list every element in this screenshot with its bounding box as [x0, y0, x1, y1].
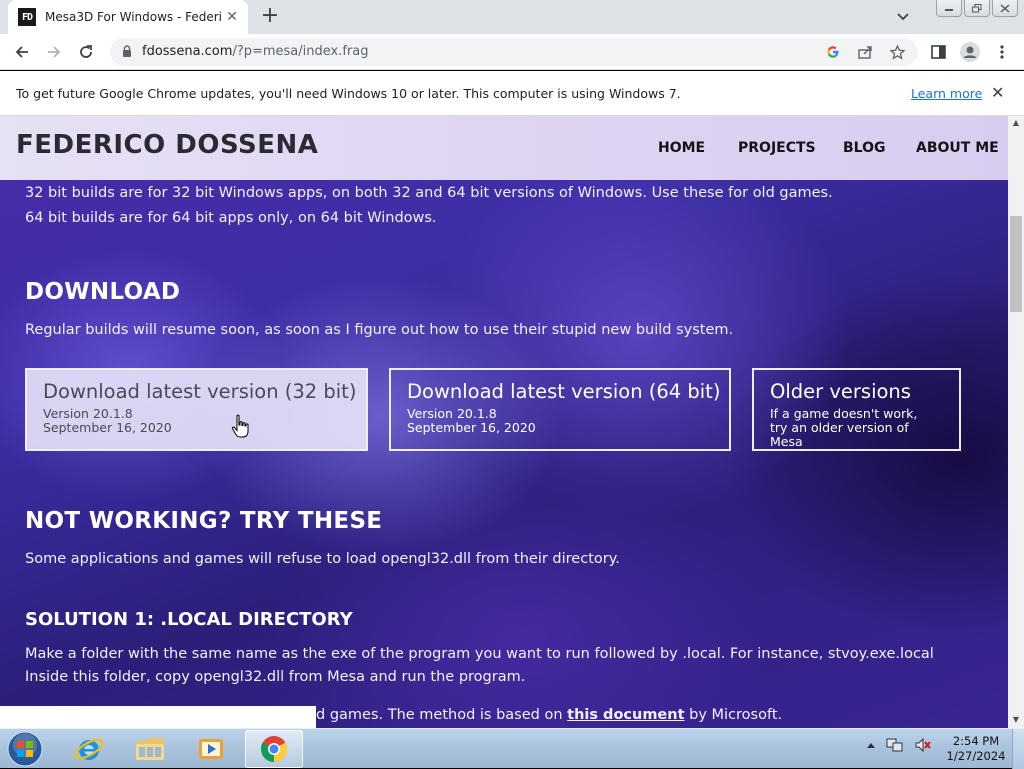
- minimize-button[interactable]: [936, 0, 962, 17]
- taskbar-file-explorer[interactable]: [121, 730, 179, 768]
- new-tab-button[interactable]: +: [258, 5, 282, 29]
- windows-taskbar: 2:54 PM 1/27/2024: [0, 728, 1024, 769]
- site-title[interactable]: FEDERICO DOSSENA: [16, 130, 318, 160]
- internet-explorer-icon: [74, 738, 104, 760]
- reload-icon: [80, 45, 92, 58]
- site-header: FEDERICO DOSSENA HOME PROJECTS BLOG ABOU…: [0, 116, 1008, 180]
- restore-button[interactable]: [964, 0, 990, 17]
- arrow-right-icon: [48, 46, 61, 58]
- intro-line-1: 32 bit builds are for 32 bit Windows app…: [25, 185, 833, 201]
- solution1-heading: SOLUTION 1: .LOCAL DIRECTORY: [25, 609, 353, 630]
- intro-line-2: 64 bit builds are for 64 bit apps only, …: [25, 210, 437, 226]
- chrome-icon: [260, 736, 288, 763]
- update-infobar: To get future Google Chrome updates, you…: [0, 71, 1024, 116]
- not-working-heading: NOT WORKING? TRY THESE: [25, 508, 383, 534]
- button-title: Download latest version (32 bit): [43, 380, 357, 403]
- scroll-thumb[interactable]: [1010, 216, 1022, 312]
- button-version: Version 20.1.8: [43, 406, 133, 421]
- tab-close-icon[interactable]: ✕: [224, 9, 240, 25]
- folder-icon: [136, 738, 164, 760]
- browser-tab[interactable]: FD Mesa3D For Windows - Federico ✕: [8, 0, 248, 34]
- forward-button[interactable]: [42, 40, 66, 64]
- network-icon[interactable]: [886, 737, 904, 753]
- scroll-down-icon[interactable]: ▼: [1008, 713, 1024, 727]
- side-panel-icon[interactable]: [928, 42, 948, 62]
- bookmark-star-icon[interactable]: [888, 43, 906, 61]
- window-controls: [936, 0, 1018, 17]
- button-version: Version 20.1.8: [407, 406, 497, 421]
- url-text: fdossena.com/?p=mesa/index.frag: [142, 44, 369, 59]
- learn-more-link[interactable]: Learn more: [911, 86, 982, 101]
- tab-search-button[interactable]: [896, 9, 914, 25]
- hand-cursor-icon: [231, 414, 249, 438]
- minimize-icon: [945, 9, 953, 11]
- download-32bit-button[interactable]: Download latest version (32 bit) Version…: [25, 368, 368, 451]
- button-desc-1: If a game doesn't work,: [770, 406, 918, 421]
- not-working-text: Some applications and games will refuse …: [25, 551, 620, 567]
- reload-button[interactable]: [74, 40, 98, 64]
- google-icon[interactable]: [824, 43, 842, 61]
- button-title: Older versions: [770, 380, 911, 403]
- profile-avatar-icon[interactable]: [960, 42, 980, 62]
- nav-home[interactable]: HOME: [658, 140, 705, 156]
- start-button[interactable]: [3, 731, 47, 767]
- download-64bit-button[interactable]: Download latest version (64 bit) Version…: [389, 368, 731, 451]
- taskbar-internet-explorer[interactable]: [60, 730, 118, 768]
- solution1-line-2: Inside this folder, copy opengl32.dll fr…: [25, 669, 526, 685]
- system-tray: [866, 737, 932, 753]
- volume-muted-icon[interactable]: [914, 737, 932, 753]
- older-versions-button[interactable]: Older versions If a game doesn't work, t…: [752, 368, 961, 451]
- taskbar-clock[interactable]: 2:54 PM 1/27/2024: [946, 734, 1006, 764]
- clock-time: 2:54 PM: [952, 734, 1000, 748]
- close-icon: [1000, 3, 1010, 13]
- taskbar-chrome[interactable]: [245, 730, 303, 768]
- nav-about-me[interactable]: ABOUT ME: [916, 140, 999, 156]
- page-scrollbar[interactable]: ▲ ▼: [1008, 116, 1024, 728]
- web-page: FEDERICO DOSSENA HOME PROJECTS BLOG ABOU…: [0, 116, 1008, 728]
- clock-date: 1/27/2024: [946, 749, 1006, 763]
- infobar-message: To get future Google Chrome updates, you…: [16, 86, 681, 101]
- taskbar-media-player[interactable]: [182, 730, 240, 768]
- button-desc-2: try an older version of Mesa: [770, 420, 909, 449]
- close-window-button[interactable]: [992, 0, 1018, 17]
- tab-strip: FD Mesa3D For Windows - Federico ✕ +: [0, 0, 1024, 34]
- lock-icon: [123, 45, 131, 57]
- address-bar[interactable]: fdossena.com/?p=mesa/index.frag: [110, 38, 918, 66]
- solution1-line-1: Make a folder with the same name as the …: [25, 646, 934, 662]
- site-favicon-icon: FD: [18, 8, 36, 26]
- restore-icon: [972, 3, 982, 12]
- arrow-left-icon: [15, 46, 28, 58]
- infobar-close-icon[interactable]: ✕: [991, 83, 1004, 102]
- back-button[interactable]: [10, 40, 34, 64]
- partial-paragraph: d games. The method is based on this doc…: [316, 707, 783, 723]
- button-title: Download latest version (64 bit): [407, 380, 721, 403]
- this-document-link[interactable]: this document: [567, 707, 684, 723]
- media-player-icon: [199, 739, 223, 759]
- download-heading: DOWNLOAD: [25, 279, 181, 305]
- share-icon[interactable]: [856, 43, 874, 61]
- menu-kebab-icon[interactable]: [992, 42, 1012, 62]
- browser-toolbar: fdossena.com/?p=mesa/index.frag: [0, 34, 1024, 70]
- show-desktop-button[interactable]: [1012, 729, 1024, 769]
- nav-projects[interactable]: PROJECTS: [738, 140, 816, 156]
- nav-blog[interactable]: BLOG: [843, 140, 886, 156]
- download-note: Regular builds will resume soon, as soon…: [25, 322, 734, 338]
- windows-start-orb-icon: [7, 731, 43, 767]
- tab-title: Mesa3D For Windows - Federico: [45, 10, 221, 24]
- overlay-blank-region: [0, 706, 316, 728]
- scroll-up-icon[interactable]: ▲: [1008, 116, 1024, 130]
- button-date: September 16, 2020: [407, 420, 536, 435]
- tray-expand-icon[interactable]: [866, 741, 876, 749]
- chevron-down-icon: [897, 13, 909, 21]
- button-date: September 16, 2020: [43, 420, 172, 435]
